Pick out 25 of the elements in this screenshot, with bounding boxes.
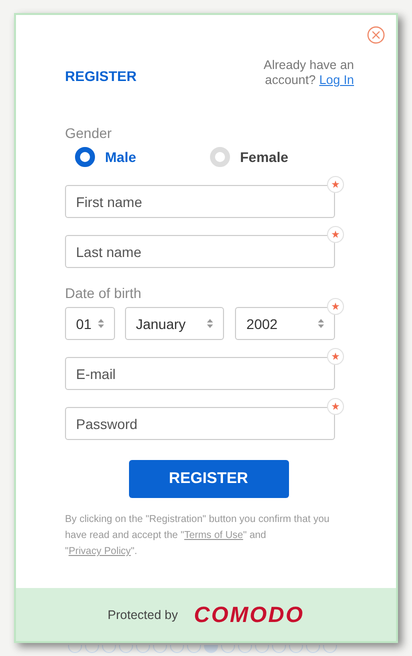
login-link[interactable]: Log In bbox=[319, 73, 354, 87]
updown-icon bbox=[207, 319, 214, 328]
terms-link[interactable]: Privacy Policy bbox=[68, 546, 131, 557]
date-label: Date of birth bbox=[65, 285, 142, 301]
input-field[interactable]: First name bbox=[65, 185, 335, 218]
protected-label: Protected by bbox=[108, 608, 178, 622]
password-field[interactable]: Password bbox=[65, 407, 335, 440]
close-button[interactable] bbox=[366, 25, 386, 45]
dialog-title: REGISTER bbox=[65, 68, 137, 84]
select-field[interactable]: January bbox=[124, 307, 224, 340]
radio-option[interactable]: Female bbox=[210, 146, 345, 168]
close-icon bbox=[367, 26, 385, 44]
select-field[interactable]: 2002 bbox=[235, 307, 335, 340]
input-field[interactable]: E-mail bbox=[65, 357, 335, 390]
input-field[interactable]: Last name bbox=[65, 235, 335, 268]
select-field[interactable]: 01 bbox=[65, 307, 115, 340]
updown-icon bbox=[318, 319, 324, 328]
brand-logo: COMODO bbox=[194, 602, 304, 628]
login-prompt: Already have an account? Log In bbox=[262, 58, 354, 88]
updown-icon bbox=[98, 319, 104, 328]
radio-option[interactable]: Male bbox=[75, 146, 210, 168]
register-button[interactable]: REGISTER bbox=[128, 460, 288, 498]
terms-text: By clicking on the "Registration" button you confirm that you have read and accept the "Terms of Use" and "Privacy Policy". bbox=[65, 513, 330, 559]
terms-link[interactable]: Terms of Use bbox=[184, 530, 244, 541]
gender-label: Gender bbox=[65, 125, 113, 141]
